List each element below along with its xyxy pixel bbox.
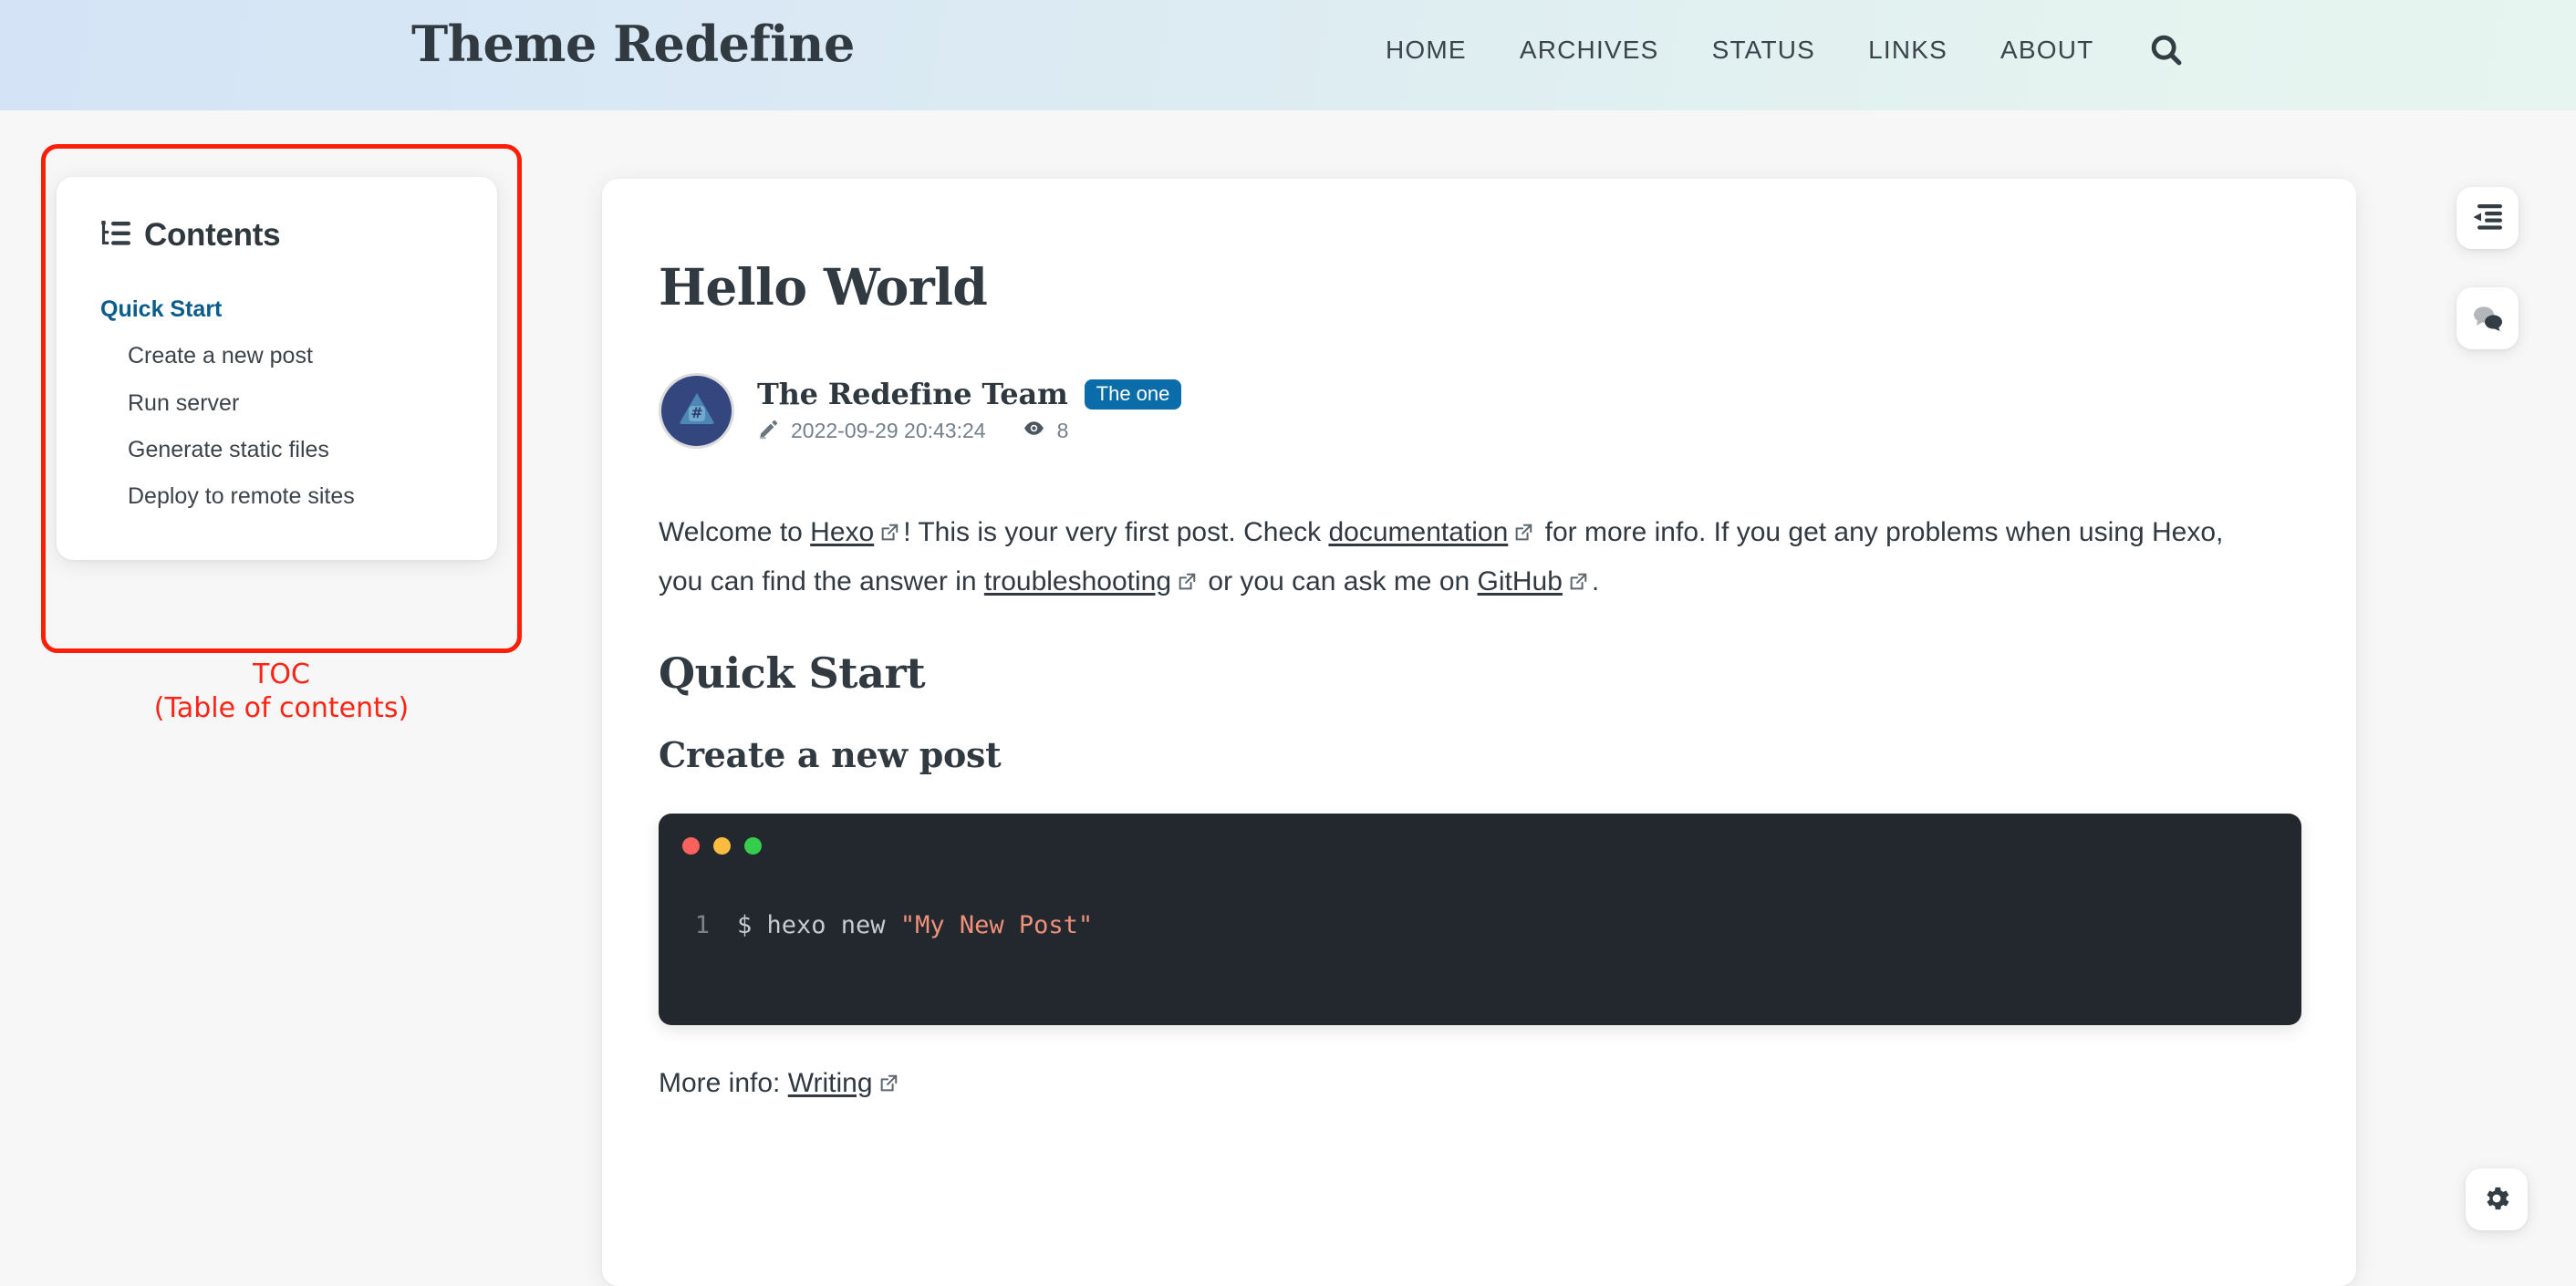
link-troubleshooting[interactable]: troubleshooting [984, 566, 1171, 596]
toc-toggle-button[interactable] [2457, 187, 2519, 249]
settings-button[interactable] [2466, 1168, 2528, 1230]
paragraph-text-2: ! This is your very first post. Check [903, 517, 1329, 547]
eye-icon [1023, 417, 1045, 445]
article-card: Hello World # The Redefine Team The one [602, 179, 2356, 1286]
avatar[interactable]: # [659, 373, 734, 449]
link-writing[interactable]: Writing [788, 1068, 873, 1098]
toc-card: Contents Quick Start Create a new post R… [57, 177, 497, 561]
toc-item-deploy-to-remote-sites[interactable]: Deploy to remote sites [57, 473, 497, 520]
site-title: Theme Redefine [411, 15, 855, 73]
more-info-line: More info: Writing [659, 1068, 2265, 1101]
toc-title: Contents [144, 217, 281, 253]
list-tree-icon [100, 220, 131, 252]
code-window-controls [682, 837, 762, 856]
nav-item-home[interactable]: HOME [1359, 36, 1493, 65]
comments-button[interactable] [2457, 287, 2519, 349]
code-line: 1 $ hexo new "My New Post" [682, 911, 2283, 939]
view-count: 8 [1056, 419, 1069, 442]
gear-icon [2481, 1183, 2512, 1217]
link-documentation[interactable]: documentation [1328, 517, 1508, 547]
external-link-icon [1513, 511, 1533, 558]
paragraph-text-1: Welcome to [659, 517, 811, 547]
toc-annotation-label: TOC (Table of contents) [41, 659, 522, 726]
maximize-dot-icon[interactable] [744, 837, 762, 856]
nav-item-about[interactable]: ABOUT [1974, 36, 2120, 65]
toc-item-create-a-new-post[interactable]: Create a new post [57, 333, 497, 379]
main-nav: HOME ARCHIVES STATUS LINKS ABOUT [1359, 29, 2187, 71]
toc-list: Quick Start Create a new post Run server… [57, 286, 497, 520]
heading-quick-start: Quick Start [659, 648, 926, 699]
toc-item-quick-start[interactable]: Quick Start [57, 286, 497, 333]
site-header: Theme Redefine HOME ARCHIVES STATUS LINK… [0, 0, 2576, 110]
pencil-icon [757, 418, 779, 445]
text-indent-icon [2472, 203, 2503, 233]
post-body: Welcome to Hexo ! This is your very first… [659, 509, 2265, 607]
comments-icon [2471, 303, 2504, 335]
external-link-icon [878, 1070, 898, 1101]
link-hexo[interactable]: Hexo [810, 517, 874, 547]
toc-item-run-server[interactable]: Run server [57, 380, 497, 427]
code-string: "My New Post" [899, 911, 1094, 940]
page-title: Hello World [659, 257, 988, 316]
external-link-icon [879, 511, 899, 558]
annotation-line-1: TOC [253, 659, 310, 690]
author-name: The Redefine Team [757, 377, 1068, 411]
code-command: $ hexo new [737, 911, 900, 940]
nav-item-archives[interactable]: ARCHIVES [1493, 36, 1686, 65]
hash-triangle-avatar-icon: # [670, 383, 722, 439]
close-dot-icon[interactable] [682, 837, 700, 856]
svg-text:#: # [691, 404, 702, 421]
more-info-label: More info: [659, 1068, 788, 1099]
external-link-icon [1568, 560, 1588, 607]
code-block: 1 $ hexo new "My New Post" [659, 814, 2301, 1026]
post-meta: # The Redefine Team The one 2022-09-29 2… [659, 373, 2265, 449]
post-date: 2022-09-29 20:43:24 [791, 419, 986, 442]
link-github[interactable]: GitHub [1478, 566, 1563, 596]
search-icon [2148, 32, 2185, 68]
heading-create-a-new-post: Create a new post [659, 734, 1002, 776]
code-line-number: 1 [694, 911, 710, 940]
toc-item-generate-static-files[interactable]: Generate static files [57, 427, 497, 473]
external-link-icon [1177, 560, 1197, 607]
annotation-line-2: (Table of contents) [153, 691, 410, 724]
nav-item-links[interactable]: LINKS [1842, 36, 1974, 65]
status-badge[interactable]: The one [1084, 379, 1182, 410]
search-button[interactable] [2145, 29, 2187, 71]
minimize-dot-icon[interactable] [713, 837, 731, 856]
toc-header: Contents [57, 217, 497, 254]
intro-paragraph: Welcome to Hexo ! This is your very first… [659, 509, 2265, 607]
paragraph-text-5: . [1591, 565, 1600, 596]
paragraph-text-4: or you can ask me on [1200, 565, 1478, 596]
nav-item-status[interactable]: STATUS [1686, 36, 1843, 65]
